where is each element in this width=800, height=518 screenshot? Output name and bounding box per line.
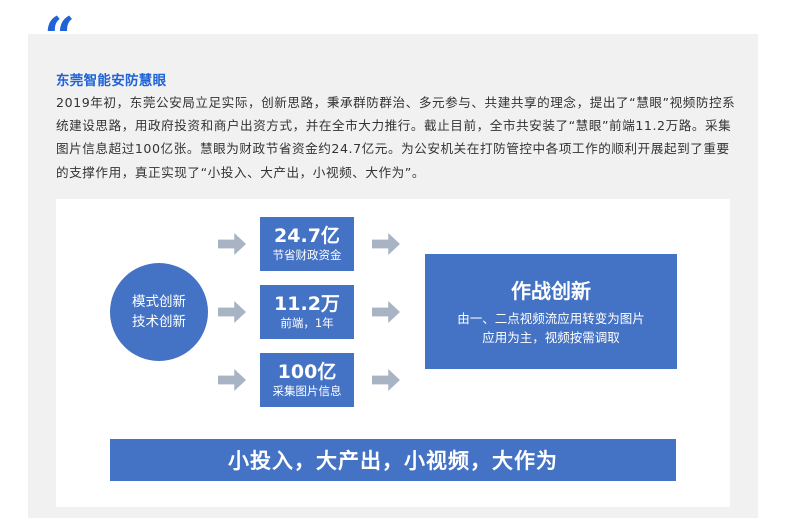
combat-innovation-box: 作战创新 由一、二点视频流应用转变为图片 应用为主，视频按需调取 — [425, 254, 677, 369]
right-arrow-icon — [218, 233, 246, 255]
metric-box-images: 100亿 采集图片信息 — [260, 353, 354, 407]
article-paragraph: 2019年初，东莞公安局立足实际，创新思路，秉承群防群治、多元参与、共建共享的理… — [56, 95, 736, 180]
metric-box-funds: 24.7亿 节省财政资金 — [260, 217, 354, 271]
slogan-banner: 小投入，大产出，小视频，大作为 — [110, 439, 676, 481]
metric-value: 100亿 — [277, 360, 337, 383]
circle-line-2: 技术创新 — [132, 314, 186, 330]
metric-box-frontends: 11.2万 前端，1年 — [260, 285, 354, 339]
right-arrow-icon — [372, 233, 400, 255]
innovation-diagram: 模式创新 技术创新 24.7亿 节省财政资金 11.2万 前端，1年 100亿 … — [56, 199, 730, 507]
right-arrow-icon — [218, 301, 246, 323]
quote-icon: “ — [44, 5, 76, 69]
circle-line-1: 模式创新 — [132, 294, 186, 310]
article-title: 东莞智能安防慧眼 — [56, 73, 167, 89]
right-arrow-icon — [218, 369, 246, 391]
innovation-title: 作战创新 — [511, 278, 591, 303]
innovation-desc-line-2: 应用为主，视频按需调取 — [482, 329, 620, 345]
innovation-circle: 模式创新 技术创新 — [110, 263, 208, 361]
innovation-desc-line-1: 由一、二点视频流应用转变为图片 — [457, 310, 645, 326]
metric-value: 11.2万 — [274, 292, 340, 315]
right-arrow-icon — [372, 301, 400, 323]
metric-label: 节省财政资金 — [272, 247, 342, 262]
metric-label: 前端，1年 — [280, 315, 334, 330]
metric-value: 24.7亿 — [274, 224, 340, 247]
right-arrow-icon — [372, 369, 400, 391]
metric-label: 采集图片信息 — [272, 383, 342, 398]
